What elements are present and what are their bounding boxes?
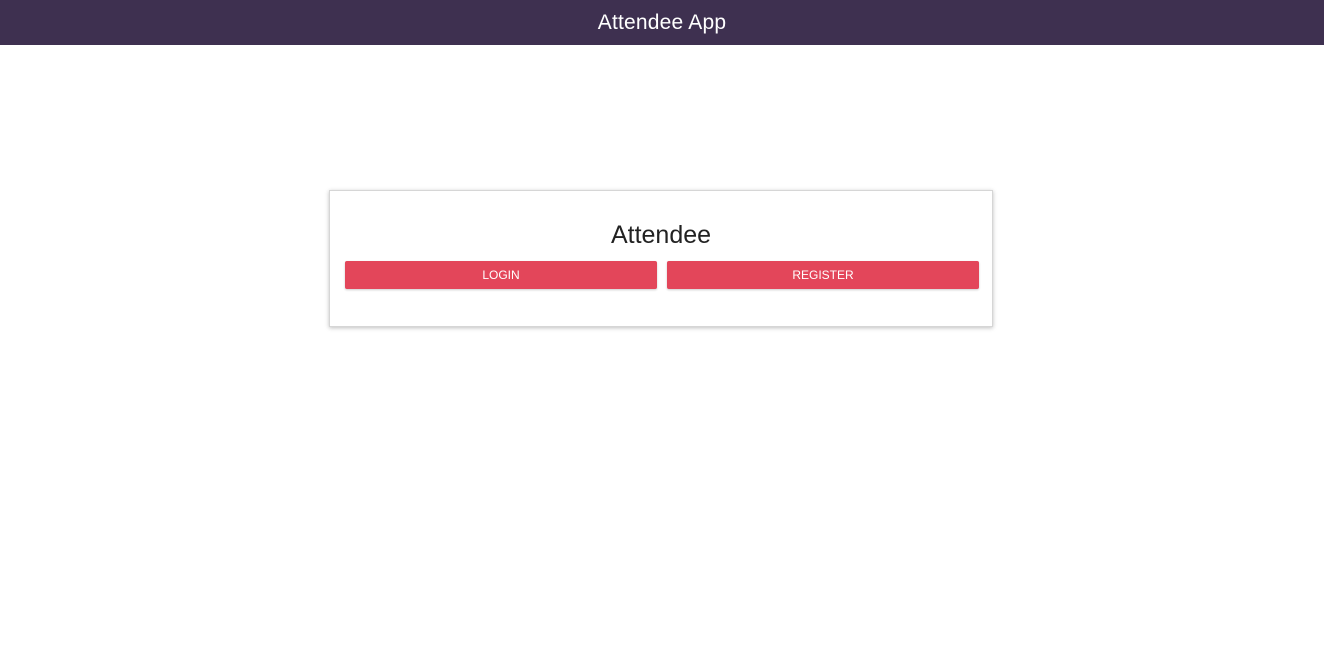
card-title: Attendee: [610, 221, 712, 249]
register-button[interactable]: REGISTER: [667, 261, 979, 289]
auth-card: Attendee LOGIN REGISTER: [329, 190, 993, 327]
app-header: Attendee App: [0, 0, 1324, 45]
login-button[interactable]: LOGIN: [345, 261, 657, 289]
app-title: Attendee App: [597, 10, 727, 34]
